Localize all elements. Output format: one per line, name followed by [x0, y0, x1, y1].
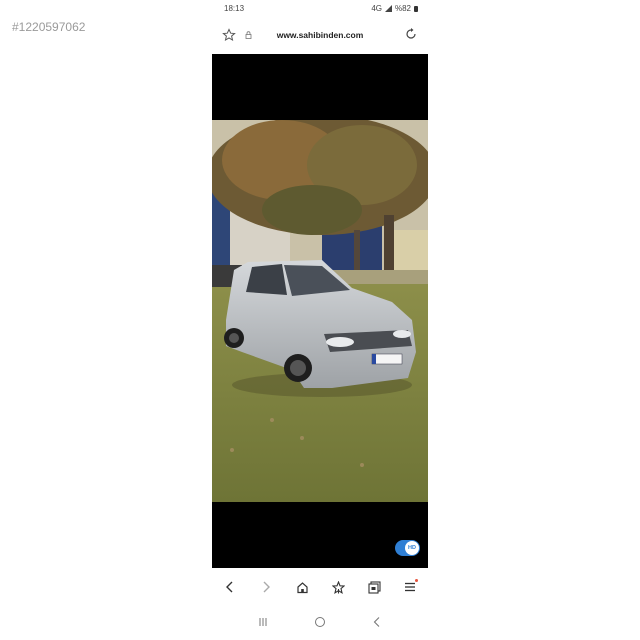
bookmark-icon[interactable]	[328, 577, 348, 597]
home-circle-icon[interactable]	[312, 614, 328, 630]
watermark-id: #1220597062	[12, 20, 86, 34]
back-icon[interactable]	[220, 577, 240, 597]
status-indicators: 4G %82	[371, 4, 418, 13]
hd-label: HD	[405, 541, 419, 555]
car-photo[interactable]	[212, 120, 428, 502]
status-time: 18:13	[224, 4, 245, 13]
car-photo-illustration	[212, 120, 428, 502]
network-indicator: 4G	[371, 4, 382, 13]
recents-icon[interactable]	[255, 614, 271, 630]
battery-icon	[414, 5, 418, 12]
menu-notification-dot	[415, 579, 418, 582]
browser-toolbar	[212, 570, 428, 604]
image-viewer[interactable]: HD	[212, 54, 428, 568]
address-bar[interactable]: www.sahibinden.com	[212, 22, 428, 48]
reload-icon[interactable]	[404, 27, 418, 41]
menu-icon[interactable]	[400, 577, 420, 597]
phone-screen: 18:13 4G %82 www.sahibinden.com HD	[212, 0, 428, 640]
battery-percent: %82	[394, 4, 411, 13]
system-back-icon[interactable]	[369, 614, 385, 630]
forward-icon[interactable]	[256, 577, 276, 597]
url-text[interactable]: www.sahibinden.com	[212, 30, 428, 40]
home-icon[interactable]	[292, 577, 312, 597]
status-bar: 18:13 4G %82	[212, 0, 428, 18]
system-navigation-bar	[212, 608, 428, 636]
tabs-icon[interactable]	[364, 577, 384, 597]
signal-icon	[384, 5, 392, 12]
hd-toggle[interactable]: HD	[395, 540, 420, 556]
